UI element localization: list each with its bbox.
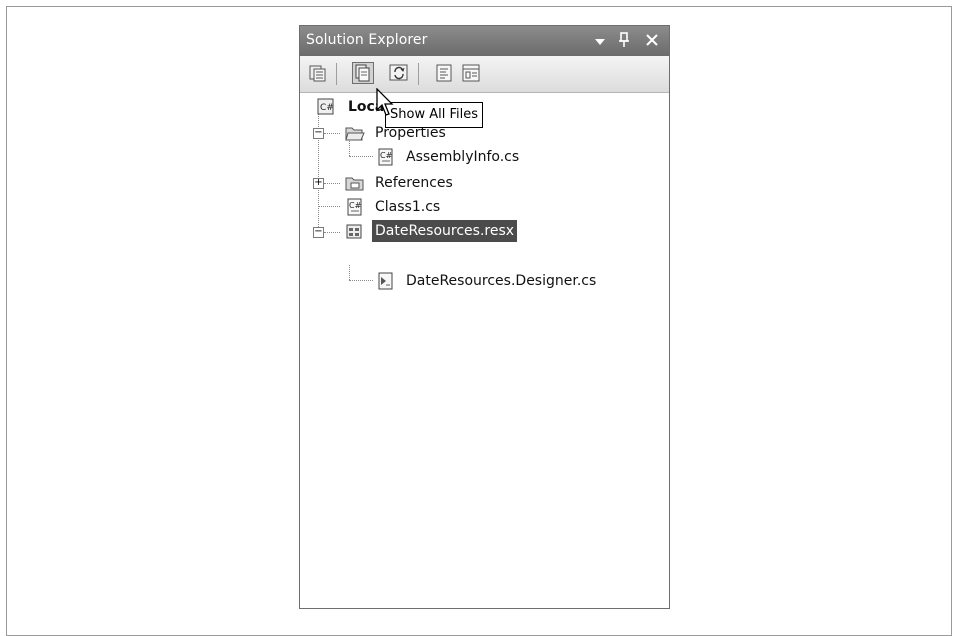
tree-connector xyxy=(324,183,340,184)
toolbar-separator xyxy=(336,63,337,85)
properties-button[interactable] xyxy=(307,62,329,84)
tree-node-label: AssemblyInfo.cs xyxy=(406,149,520,165)
view-designer-icon xyxy=(462,64,480,82)
tree-node-label: DateResources.resx xyxy=(372,220,518,242)
collapse-icon[interactable]: − xyxy=(313,128,324,139)
tree-node-label: Class1.cs xyxy=(375,199,441,215)
view-code-button[interactable] xyxy=(433,62,455,84)
expand-icon[interactable]: + xyxy=(313,178,324,189)
svg-text:C#: C# xyxy=(349,201,362,210)
svg-text:C#: C# xyxy=(380,151,393,160)
csharp-file-icon: C# xyxy=(378,148,393,166)
svg-text:C#: C# xyxy=(320,103,334,113)
toolbar-separator xyxy=(418,63,419,85)
tree-connector xyxy=(349,265,350,280)
references-folder-icon xyxy=(345,177,364,191)
view-designer-button[interactable] xyxy=(460,62,482,84)
csharp-file-icon: C# xyxy=(347,198,362,216)
solution-explorer-panel: Solution Explorer C# Loca − Properties C… xyxy=(299,25,670,609)
refresh-icon xyxy=(389,64,408,81)
tree-connector xyxy=(349,280,373,281)
close-icon[interactable] xyxy=(642,29,662,51)
properties-icon xyxy=(309,65,326,82)
toolbar xyxy=(300,56,669,93)
show-all-files-tooltip: Show All Files xyxy=(385,102,483,128)
window-position-dropdown-icon[interactable] xyxy=(590,29,610,51)
resource-file-icon xyxy=(346,224,362,239)
tree-node-label: References xyxy=(375,175,453,191)
tree-connector xyxy=(324,133,340,134)
collapse-icon[interactable]: − xyxy=(313,227,324,238)
show-all-files-icon xyxy=(355,64,370,82)
show-all-files-button[interactable] xyxy=(352,62,374,84)
tree-connector xyxy=(318,206,340,207)
tree-node-label: DateResources.Designer.cs xyxy=(406,273,597,289)
folder-open-icon xyxy=(345,127,365,141)
tree-connector xyxy=(349,141,350,156)
refresh-button[interactable] xyxy=(388,62,410,84)
tree-connector xyxy=(349,156,373,157)
csharp-project-icon: C# xyxy=(317,98,334,115)
mouse-cursor-icon xyxy=(376,88,394,116)
auto-hide-pin-icon[interactable] xyxy=(614,29,634,51)
tree-connector xyxy=(324,232,340,233)
solution-tree: C# Loca − Properties C# AssemblyInfo.cs … xyxy=(300,93,669,608)
view-code-icon xyxy=(436,64,452,82)
designer-file-icon xyxy=(378,272,393,290)
panel-title: Solution Explorer xyxy=(306,32,428,48)
title-bar: Solution Explorer xyxy=(300,26,669,56)
